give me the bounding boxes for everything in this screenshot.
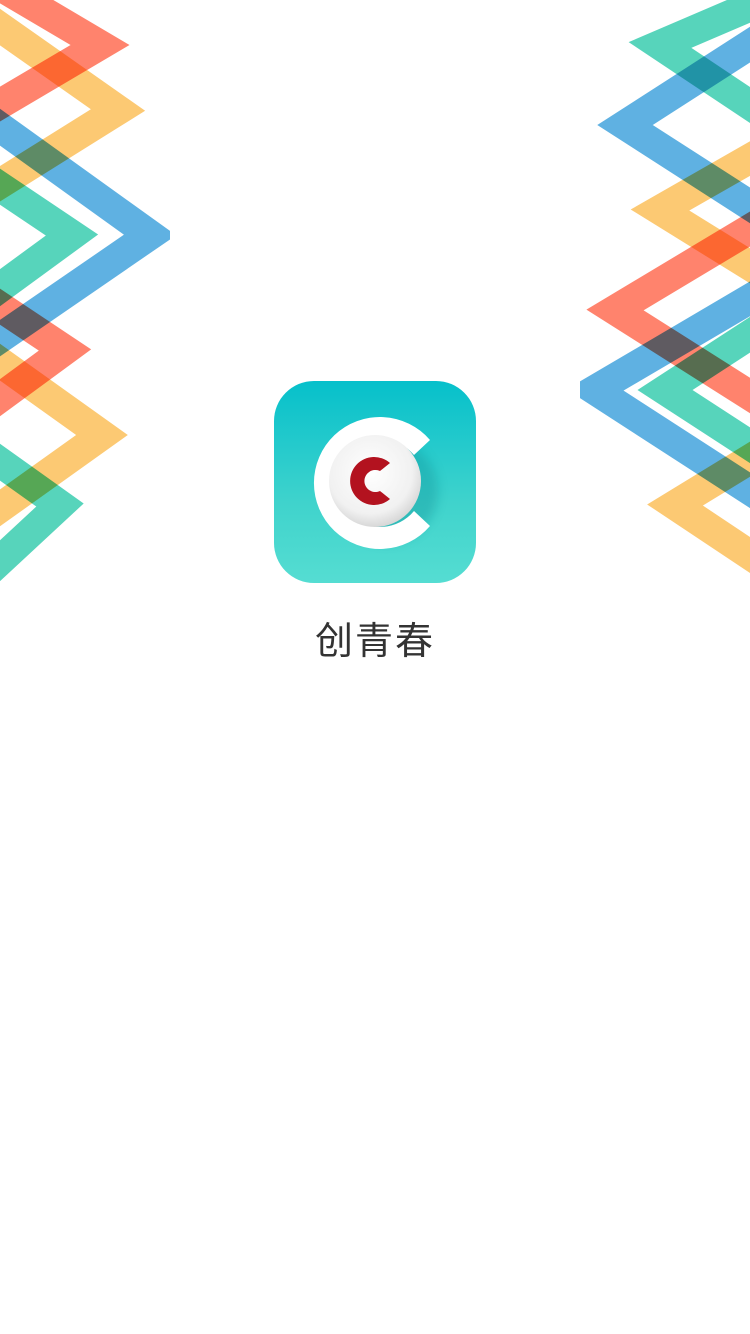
ribbon-green-top xyxy=(0,168,99,307)
ribbon-orange-bottom xyxy=(647,441,750,574)
app-name: 创青春 xyxy=(314,619,435,663)
right-ribbon-decoration xyxy=(580,0,750,574)
splash-screen: 创青春 xyxy=(0,0,750,1334)
left-ribbon-decoration xyxy=(0,0,170,581)
c-logo-icon xyxy=(313,417,438,549)
app-icon xyxy=(274,381,476,583)
